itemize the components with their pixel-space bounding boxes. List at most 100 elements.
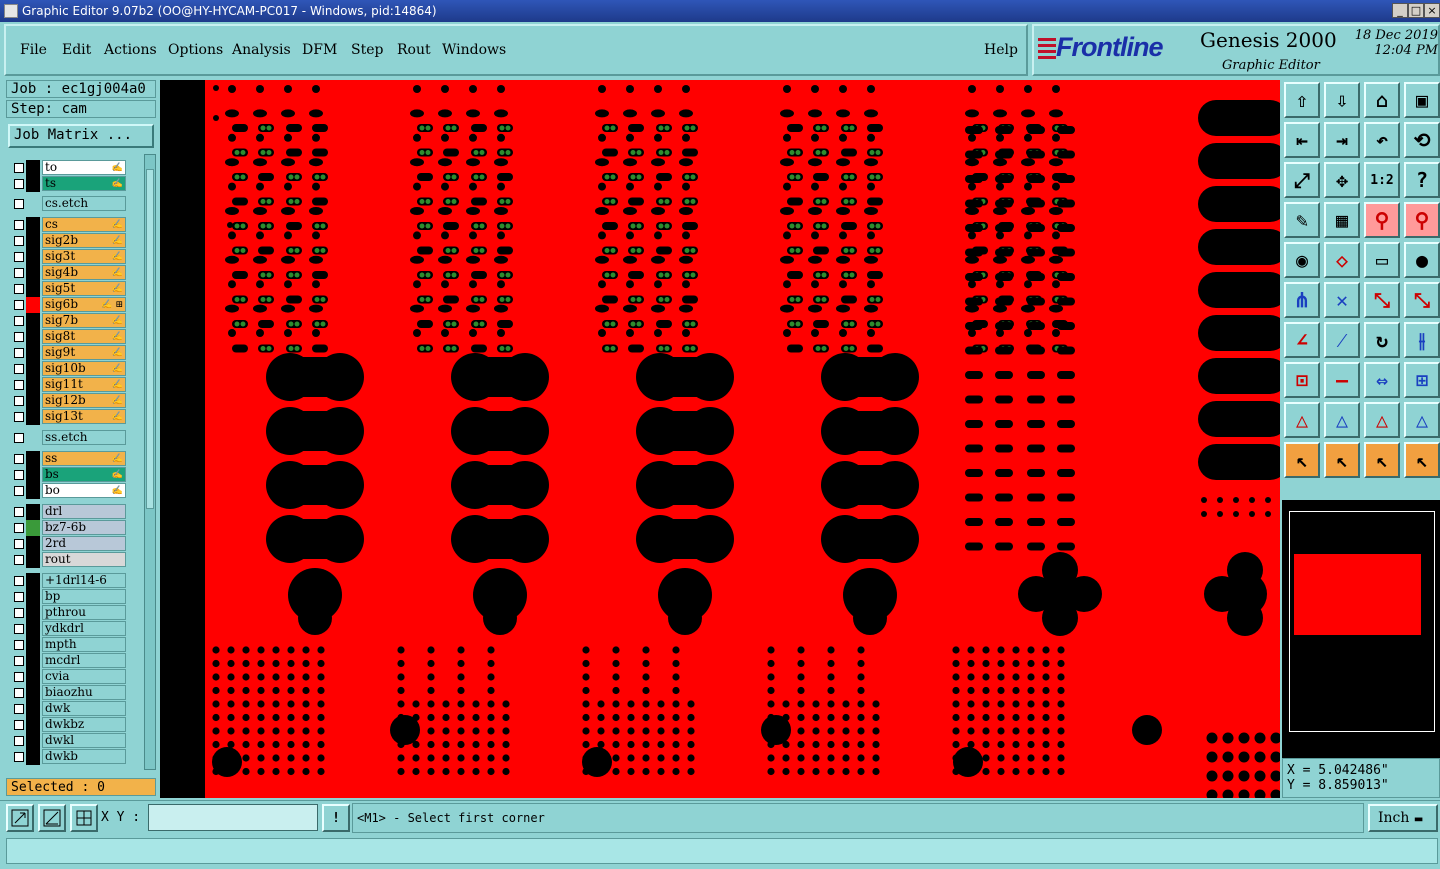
layer-name[interactable]: 2rd [42, 536, 126, 551]
layer-checkbox[interactable] [14, 752, 24, 762]
layer-name[interactable]: dwkb [42, 749, 126, 764]
menu-help[interactable]: Help [984, 42, 1018, 58]
layer-checkbox[interactable] [14, 252, 24, 262]
triangle-red-button[interactable]: △ [1284, 402, 1320, 438]
layer-checkbox[interactable] [14, 364, 24, 374]
layer-checkbox[interactable] [14, 380, 24, 390]
zoom-home-button[interactable]: ⇧ [1284, 82, 1320, 118]
layer-name[interactable]: sig7b ✍ [42, 313, 126, 328]
layer-row-ss[interactable]: ss ✍ [8, 451, 128, 467]
layer-color-swatch[interactable] [26, 377, 40, 393]
layer-checkbox[interactable] [14, 592, 24, 602]
layer-row-dwkl[interactable]: dwkl [8, 733, 128, 749]
triangle-blue-button[interactable]: △ [1324, 402, 1360, 438]
pointer-circle-button[interactable]: ↖ [1364, 442, 1400, 478]
layer-row-sig4b[interactable]: sig4b ✍ [8, 265, 128, 281]
maximize-button[interactable]: □ [1408, 3, 1424, 18]
layer-name[interactable]: sig13t ✍ [42, 409, 126, 424]
layer-checkbox[interactable] [14, 470, 24, 480]
layer-name[interactable]: sig12b ✍ [42, 393, 126, 408]
layer-checkbox[interactable] [14, 332, 24, 342]
layer-name[interactable]: sig11t ✍ [42, 377, 126, 392]
layer-checkbox[interactable] [14, 576, 24, 586]
layer-name[interactable]: dwkbz [42, 717, 126, 732]
layer-checkbox[interactable] [14, 284, 24, 294]
layer-color-swatch[interactable] [26, 393, 40, 409]
layer-row-rout[interactable]: rout [8, 552, 128, 568]
center-button[interactable]: ✥ [1324, 162, 1360, 198]
line-blue-button[interactable]: ⁄ [1324, 322, 1360, 358]
layer-checkbox[interactable] [14, 199, 24, 209]
layer-checkbox[interactable] [14, 268, 24, 278]
scrollbar-thumb[interactable] [146, 169, 154, 509]
layer-name[interactable]: rout [42, 552, 126, 567]
minus-button[interactable]: — [1324, 362, 1360, 398]
layer-row-ydkdrl[interactable]: ydkdrl [8, 621, 128, 637]
snap-blue-button[interactable]: ⚲ [1404, 202, 1440, 238]
menu-rout[interactable]: Rout [397, 42, 431, 58]
layer-row-dwkbz[interactable]: dwkbz [8, 717, 128, 733]
menu-windows[interactable]: Windows [442, 42, 506, 58]
layer-checkbox[interactable] [14, 720, 24, 730]
layer-color-swatch[interactable] [26, 233, 40, 249]
layer-row-sig10b[interactable]: sig10b ✍ [8, 361, 128, 377]
layer-name[interactable]: sig9t ✍ [42, 345, 126, 360]
pan-left-button[interactable]: ⇤ [1284, 122, 1320, 158]
layer-color-swatch[interactable] [26, 653, 40, 669]
layer-name[interactable]: cs.etch [42, 196, 126, 211]
layer-name[interactable]: cvia [42, 669, 126, 684]
layer-name[interactable]: sig4b ✍ [42, 265, 126, 280]
layer-checkbox[interactable] [14, 736, 24, 746]
select-pad-button[interactable]: ⊡ [1284, 362, 1320, 398]
arc-button[interactable]: ↻ [1364, 322, 1400, 358]
pointer-box-button[interactable]: ↖ [1324, 442, 1360, 478]
layer-color-swatch[interactable] [26, 504, 40, 520]
layer-row-sig2b[interactable]: sig2b ✍ [8, 233, 128, 249]
connect-arrow-button[interactable]: ⤡ [1404, 282, 1440, 318]
triangle-flip-button[interactable]: △ [1404, 402, 1440, 438]
layer-checkbox[interactable] [14, 300, 24, 310]
layer-name[interactable]: ydkdrl [42, 621, 126, 636]
layer-row-drl[interactable]: drl [8, 504, 128, 520]
layer-color-swatch[interactable] [26, 685, 40, 701]
grid-mode-button[interactable] [70, 804, 98, 832]
layer-color-swatch[interactable] [26, 669, 40, 685]
close-button[interactable]: × [1424, 3, 1440, 18]
layer-row-mpth[interactable]: mpth [8, 637, 128, 653]
menu-actions[interactable]: Actions [104, 42, 157, 58]
pad-button[interactable]: ◉ [1284, 242, 1320, 278]
layer-name[interactable]: sig2b ✍ [42, 233, 126, 248]
menu-dfm[interactable]: DFM [302, 42, 337, 58]
layer-row-sig7b[interactable]: sig7b ✍ [8, 313, 128, 329]
layer-name[interactable]: sig3t ✍ [42, 249, 126, 264]
layer-checkbox[interactable] [14, 672, 24, 682]
layer-checkbox[interactable] [14, 608, 24, 618]
layer-name[interactable]: mcdrl [42, 653, 126, 668]
layer-name[interactable]: bp [42, 589, 126, 604]
shape-button[interactable]: ◇ [1324, 242, 1360, 278]
layer-color-swatch[interactable] [26, 409, 40, 425]
layer-checkbox[interactable] [14, 316, 24, 326]
layer-row-cvia[interactable]: cvia [8, 669, 128, 685]
layer-checkbox[interactable] [14, 396, 24, 406]
layer-name[interactable]: sig5t ✍ [42, 281, 126, 296]
triangle-stack-button[interactable]: △ [1364, 402, 1400, 438]
snap-mode-button[interactable] [6, 804, 34, 832]
measure-button[interactable]: ✎ [1284, 202, 1320, 238]
layer-name[interactable]: dwkl [42, 733, 126, 748]
layer-row-mcdrl[interactable]: mcdrl [8, 653, 128, 669]
layer-checkbox[interactable] [14, 163, 24, 173]
group-button[interactable]: ⊞ [1404, 362, 1440, 398]
layer-row-cs[interactable]: cs ✍ [8, 217, 128, 233]
layer-name[interactable]: bs ✍ [42, 467, 126, 482]
layer-color-swatch[interactable] [26, 313, 40, 329]
layer-color-swatch[interactable] [26, 536, 40, 552]
pointer-button[interactable]: ↖ [1284, 442, 1320, 478]
pcb-layer-view[interactable] [160, 80, 1280, 798]
overview-window[interactable] [1282, 500, 1440, 758]
layer-checkbox[interactable] [14, 523, 24, 533]
layer-row-sig5t[interactable]: sig5t ✍ [8, 281, 128, 297]
layer-color-swatch[interactable] [26, 265, 40, 281]
layer-checkbox[interactable] [14, 412, 24, 422]
layer-name[interactable]: bz7-6b [42, 520, 126, 535]
